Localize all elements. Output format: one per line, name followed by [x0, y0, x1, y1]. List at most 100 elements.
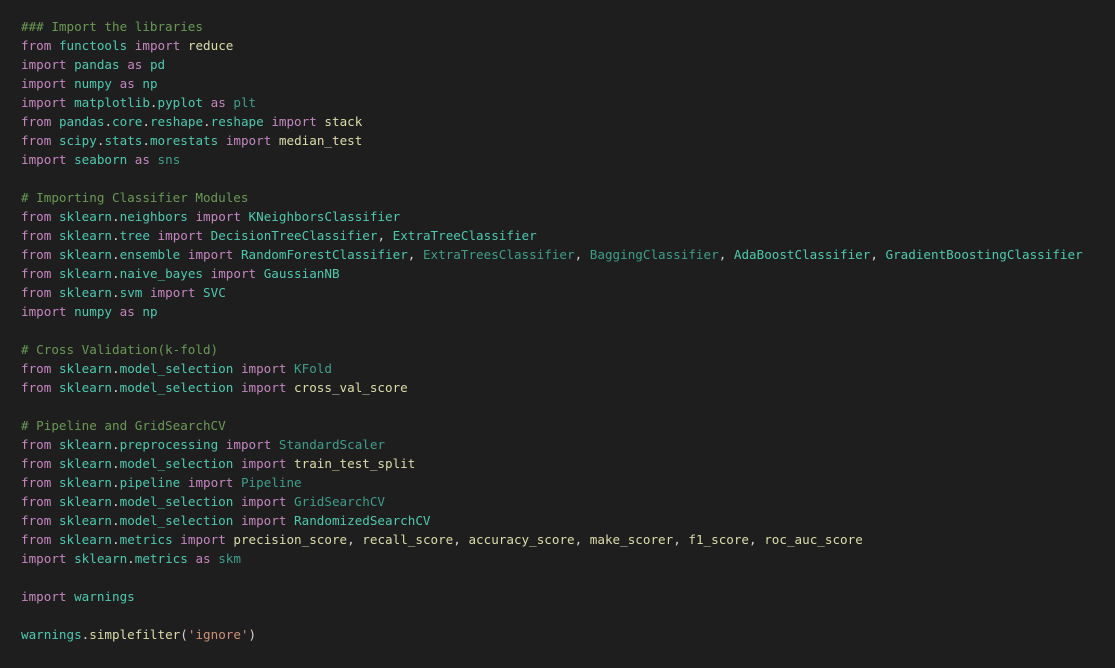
code-line[interactable]: from sklearn.model_selection import Grid… [21, 492, 1115, 511]
module-token: preprocessing [119, 437, 219, 452]
blank-line[interactable] [21, 606, 1115, 625]
keyword-token: import [225, 437, 272, 452]
punctuation-token [67, 57, 75, 72]
module-token: sklearn [58, 209, 113, 224]
code-line[interactable]: import matplotlib.pyplot as plt [21, 93, 1115, 112]
keyword-token: import [225, 133, 272, 148]
alias-token: Pipeline [240, 475, 302, 490]
class-token: AdaBoostClassifier [733, 247, 871, 262]
blank-line[interactable] [21, 568, 1115, 587]
code-editor[interactable]: ### Import the libraries from functools i… [0, 0, 1115, 668]
punctuation-token [51, 494, 59, 509]
module-token: warnings [74, 589, 135, 604]
keyword-token: from [21, 285, 52, 300]
keyword-token: import [240, 494, 287, 509]
module-token: pipeline [119, 475, 181, 490]
alias-token: ExtraTreesClassifier [422, 247, 575, 262]
code-line[interactable]: import sklearn.metrics as skm [21, 549, 1115, 568]
module-token: neighbors [119, 209, 188, 224]
code-line[interactable]: from sklearn.pipeline import Pipeline [21, 473, 1115, 492]
punctuation-token: . [112, 380, 120, 395]
function-token: roc_auc_score [764, 532, 863, 547]
module-token: metrics [134, 551, 188, 566]
comment-token: # Cross Validation(k-fold) [21, 342, 219, 357]
code-line[interactable]: from sklearn.tree import DecisionTreeCla… [21, 226, 1115, 245]
keyword-token: as [119, 304, 135, 319]
code-line[interactable]: import seaborn as sns [21, 150, 1115, 169]
punctuation-token [112, 76, 120, 91]
module-token: sklearn [58, 380, 113, 395]
code-line[interactable]: # Importing Classifier Modules [21, 188, 1115, 207]
module-token: sklearn [58, 437, 113, 452]
keyword-token: import [21, 551, 67, 566]
punctuation-token: , [749, 532, 765, 547]
blank-line[interactable] [21, 397, 1115, 416]
code-line[interactable]: # Cross Validation(k-fold) [21, 340, 1115, 359]
keyword-token: import [187, 475, 234, 490]
code-line[interactable]: from sklearn.model_selection import trai… [21, 454, 1115, 473]
keyword-token: from [21, 456, 52, 471]
code-line[interactable]: ### Import the libraries [21, 17, 1115, 36]
module-token: ensemble [119, 247, 181, 262]
code-line[interactable]: from functools import reduce [21, 36, 1115, 55]
punctuation-token [271, 437, 279, 452]
punctuation-token [233, 456, 241, 471]
module-token: core [112, 114, 143, 129]
code-line[interactable]: from sklearn.ensemble import RandomFores… [21, 245, 1115, 264]
punctuation-token [286, 361, 294, 376]
punctuation-token [67, 76, 75, 91]
punctuation-token [203, 266, 211, 281]
keyword-token: from [21, 475, 52, 490]
code-line[interactable]: from sklearn.neighbors import KNeighbors… [21, 207, 1115, 226]
punctuation-token: . [112, 228, 120, 243]
punctuation-token [51, 456, 59, 471]
punctuation-token [142, 285, 150, 300]
punctuation-token: . [112, 532, 120, 547]
punctuation-token: . [142, 133, 150, 148]
code-line[interactable]: from sklearn.naive_bayes import Gaussian… [21, 264, 1115, 283]
punctuation-token [233, 247, 241, 262]
keyword-token: from [21, 532, 52, 547]
punctuation-token: . [112, 437, 120, 452]
punctuation-token [180, 247, 188, 262]
module-token: functools [58, 38, 128, 53]
blank-line[interactable] [21, 321, 1115, 340]
code-line[interactable]: from sklearn.svm import SVC [21, 283, 1115, 302]
code-line[interactable]: from sklearn.model_selection import KFol… [21, 359, 1115, 378]
punctuation-token: . [112, 475, 120, 490]
code-line[interactable]: warnings.simplefilter('ignore') [21, 625, 1115, 644]
module-token: reshape [149, 114, 204, 129]
punctuation-token [51, 266, 59, 281]
keyword-token: import [240, 380, 287, 395]
punctuation-token: . [112, 209, 120, 224]
keyword-token: import [240, 513, 287, 528]
module-token: sklearn [58, 513, 113, 528]
code-line[interactable]: import numpy as np [21, 302, 1115, 321]
keyword-token: import [21, 76, 67, 91]
keyword-token: as [127, 57, 143, 72]
blank-line[interactable] [21, 169, 1115, 188]
punctuation-token: , [673, 532, 689, 547]
keyword-token: import [149, 285, 196, 300]
code-line[interactable]: from sklearn.model_selection import Rand… [21, 511, 1115, 530]
code-line[interactable]: import warnings [21, 587, 1115, 606]
keyword-token: import [240, 361, 287, 376]
code-line[interactable]: from sklearn.model_selection import cros… [21, 378, 1115, 397]
code-line[interactable]: # Pipeline and GridSearchCV [21, 416, 1115, 435]
code-line[interactable]: import numpy as np [21, 74, 1115, 93]
module-token: model_selection [119, 494, 234, 509]
keyword-token: import [271, 114, 317, 129]
module-token: warnings [21, 627, 82, 642]
code-line[interactable]: from scipy.stats.morestats import median… [21, 131, 1115, 150]
code-line[interactable]: from sklearn.metrics import precision_sc… [21, 530, 1115, 549]
punctuation-token: , [870, 247, 886, 262]
code-line[interactable]: from sklearn.preprocessing import Standa… [21, 435, 1115, 454]
code-line[interactable]: from pandas.core.reshape.reshape import … [21, 112, 1115, 131]
punctuation-token [203, 228, 211, 243]
punctuation-token: , [347, 532, 363, 547]
comment-token: # Pipeline and GridSearchCV [21, 418, 226, 433]
punctuation-token [112, 304, 120, 319]
code-line[interactable]: import pandas as pd [21, 55, 1115, 74]
punctuation-token: . [127, 551, 135, 566]
punctuation-token [150, 228, 158, 243]
